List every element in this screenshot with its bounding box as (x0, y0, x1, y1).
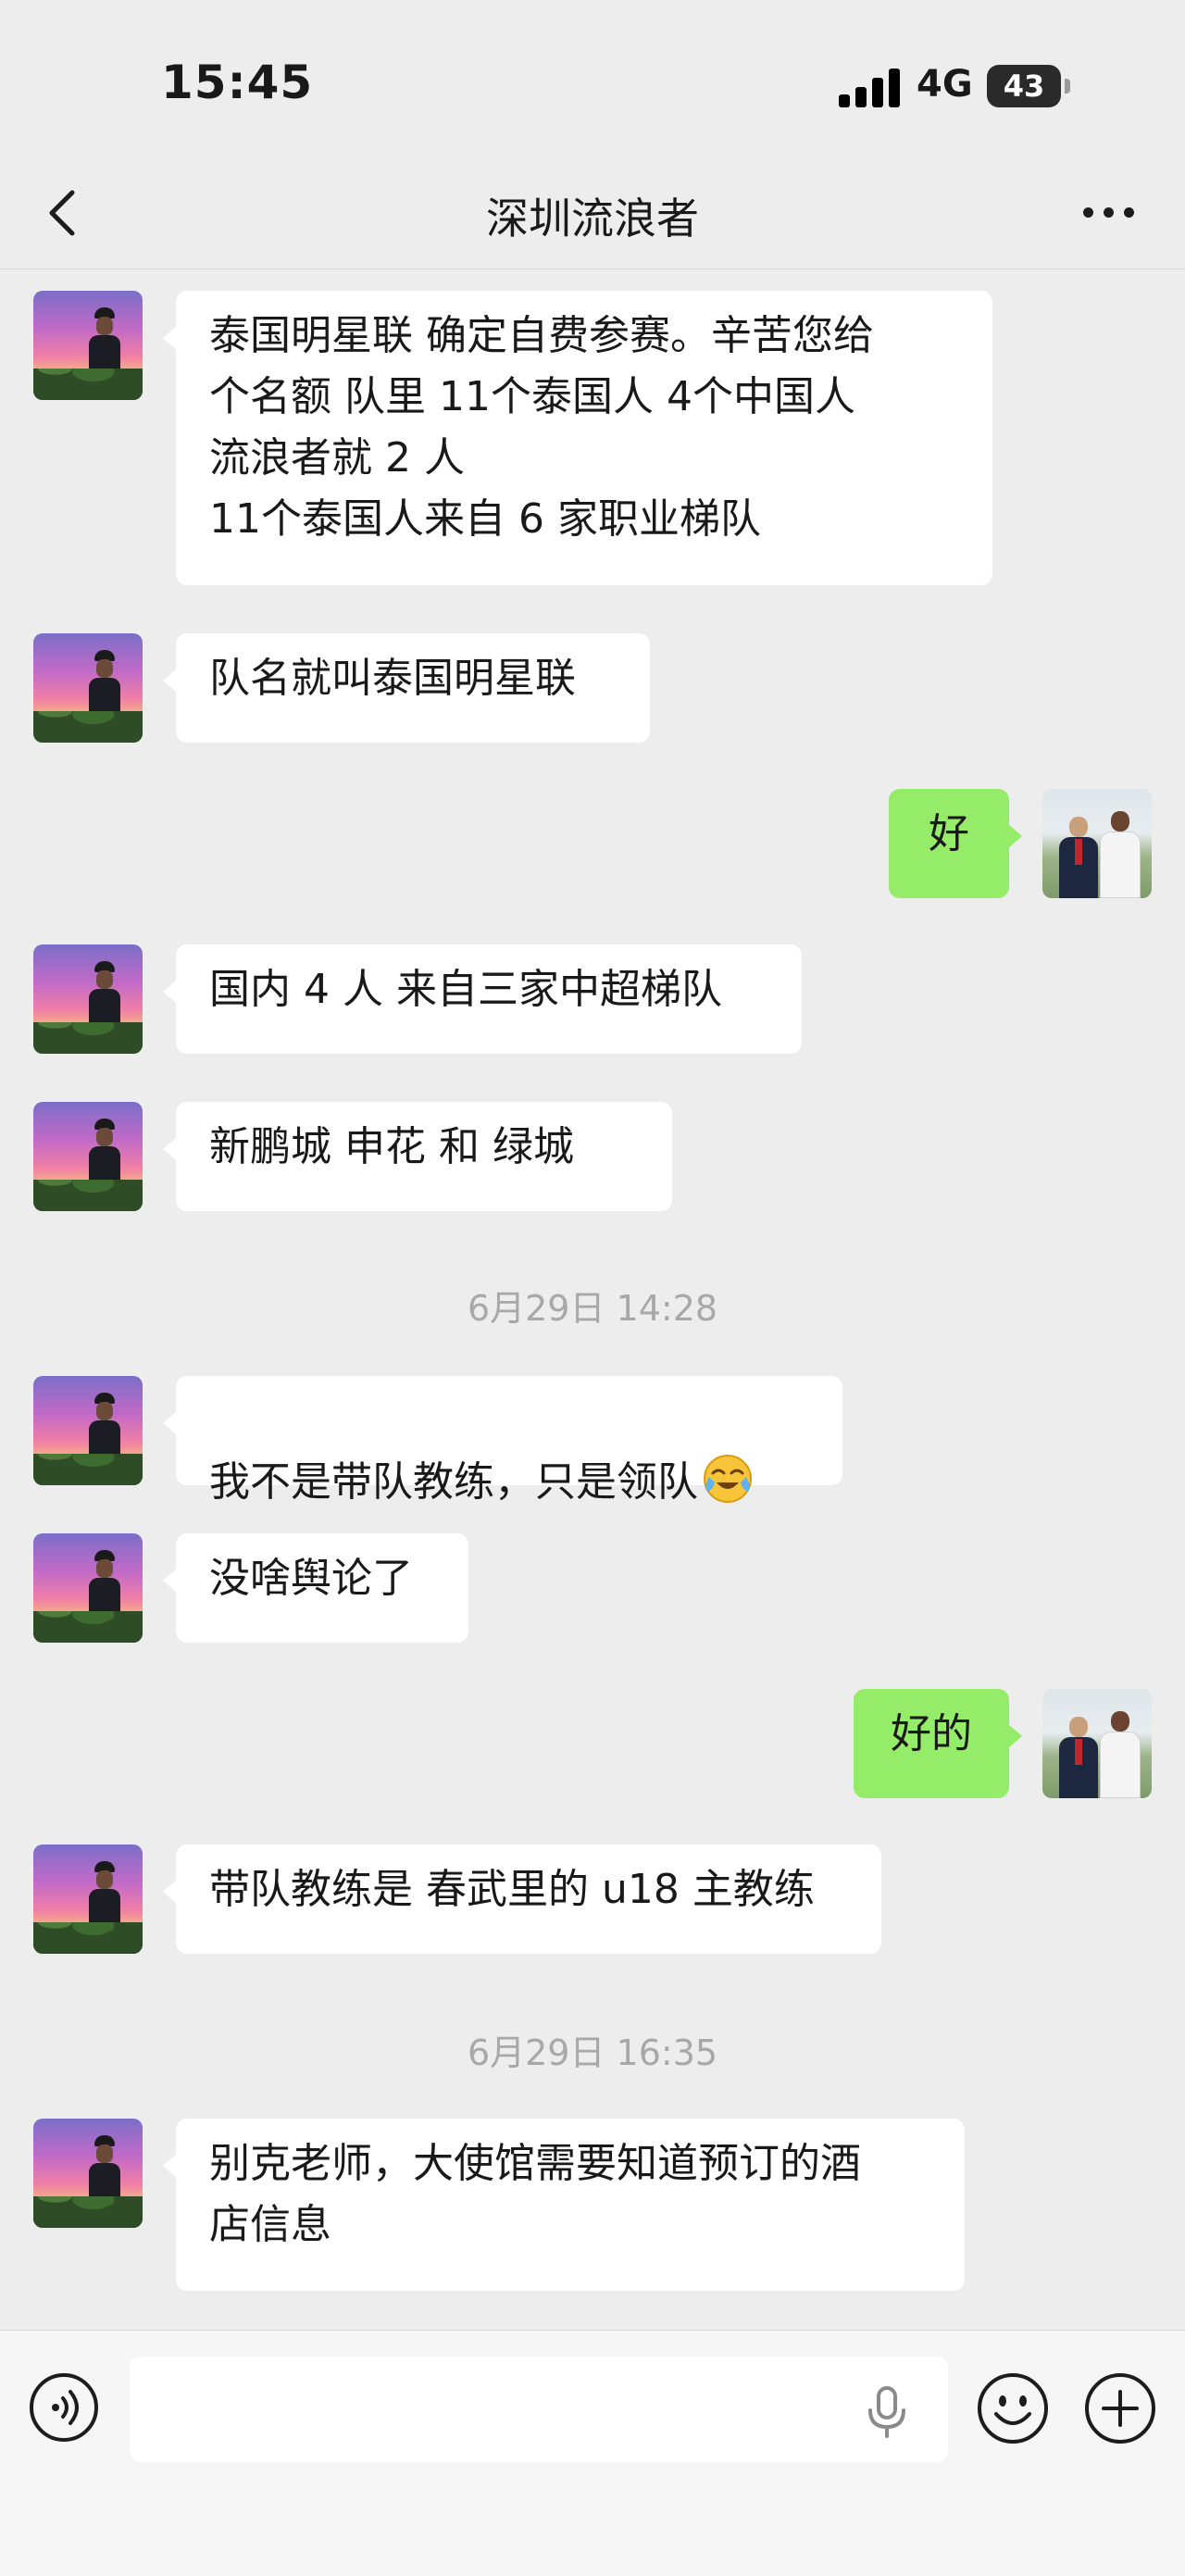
contact-avatar[interactable] (33, 1844, 143, 1954)
contact-avatar[interactable] (33, 1376, 143, 1485)
add-button[interactable] (1083, 2371, 1157, 2445)
network-type: 4G (917, 63, 973, 106)
more-button[interactable] (1079, 198, 1139, 226)
contact-avatar[interactable] (33, 1533, 143, 1643)
contact-avatar[interactable] (33, 291, 143, 400)
contact-avatar[interactable] (33, 633, 143, 743)
message-bubble-incoming[interactable]: 我不是带队教练，只是领队 (163, 1376, 842, 1506)
my-avatar[interactable] (1042, 789, 1152, 898)
status-bar: 15:45 4G 43 (0, 0, 1185, 157)
contact-avatar[interactable] (33, 944, 143, 1054)
contact-avatar[interactable] (33, 2119, 143, 2228)
message-bubble-outgoing[interactable]: 好 (889, 789, 1022, 898)
message-bubble-incoming[interactable]: 带队教练是 春武里的 u18 主教练 (163, 1844, 881, 1954)
message-text: 我不是带队教练，只是领队 (209, 1458, 698, 1506)
chat-header: 深圳流浪者 (0, 157, 1185, 269)
status-time: 15:45 (161, 56, 314, 109)
emoji-button[interactable] (976, 2371, 1050, 2445)
microphone-icon (868, 2386, 905, 2438)
message-bubble-incoming[interactable]: 国内 4 人 来自三家中超梯队 (163, 944, 802, 1054)
message-bubble-incoming[interactable]: 队名就叫泰国明星联 (163, 633, 650, 743)
contact-avatar[interactable] (33, 1102, 143, 1211)
message-bubble-incoming[interactable]: 新鹏城 申花 和 绿城 (163, 1102, 672, 1211)
chat-title: 深圳流浪者 (486, 194, 699, 244)
my-avatar[interactable] (1042, 1689, 1152, 1798)
chat-input-bar (0, 2330, 1185, 2576)
crying-laughing-emoji (704, 1455, 752, 1503)
battery-icon: 43 (987, 65, 1072, 107)
message-bubble-incoming[interactable]: 没啥舆论了 (163, 1533, 468, 1643)
voice-input-button[interactable] (861, 2384, 913, 2440)
message-input[interactable] (130, 2357, 948, 2462)
message-bubble-incoming[interactable]: 泰国明星联 确定自费参赛。辛苦您给 个名额 队里 11个泰国人 4个中国人 流浪… (163, 291, 992, 585)
battery-level: 43 (1003, 69, 1045, 104)
plus-icon (1085, 2373, 1155, 2444)
message-bubble-incoming[interactable]: 别克老师，大使馆需要知道预订的酒 店信息 (163, 2119, 965, 2291)
cellular-signal-icon (839, 67, 900, 107)
message-timestamp: 6月29日 14:28 (467, 1288, 718, 1329)
voice-mode-icon (30, 2373, 98, 2442)
emoji-icon (978, 2373, 1048, 2444)
voice-mode-button[interactable] (28, 2371, 100, 2444)
message-timestamp: 6月29日 16:35 (467, 2032, 718, 2073)
message-bubble-outgoing[interactable]: 好的 (854, 1689, 1022, 1798)
